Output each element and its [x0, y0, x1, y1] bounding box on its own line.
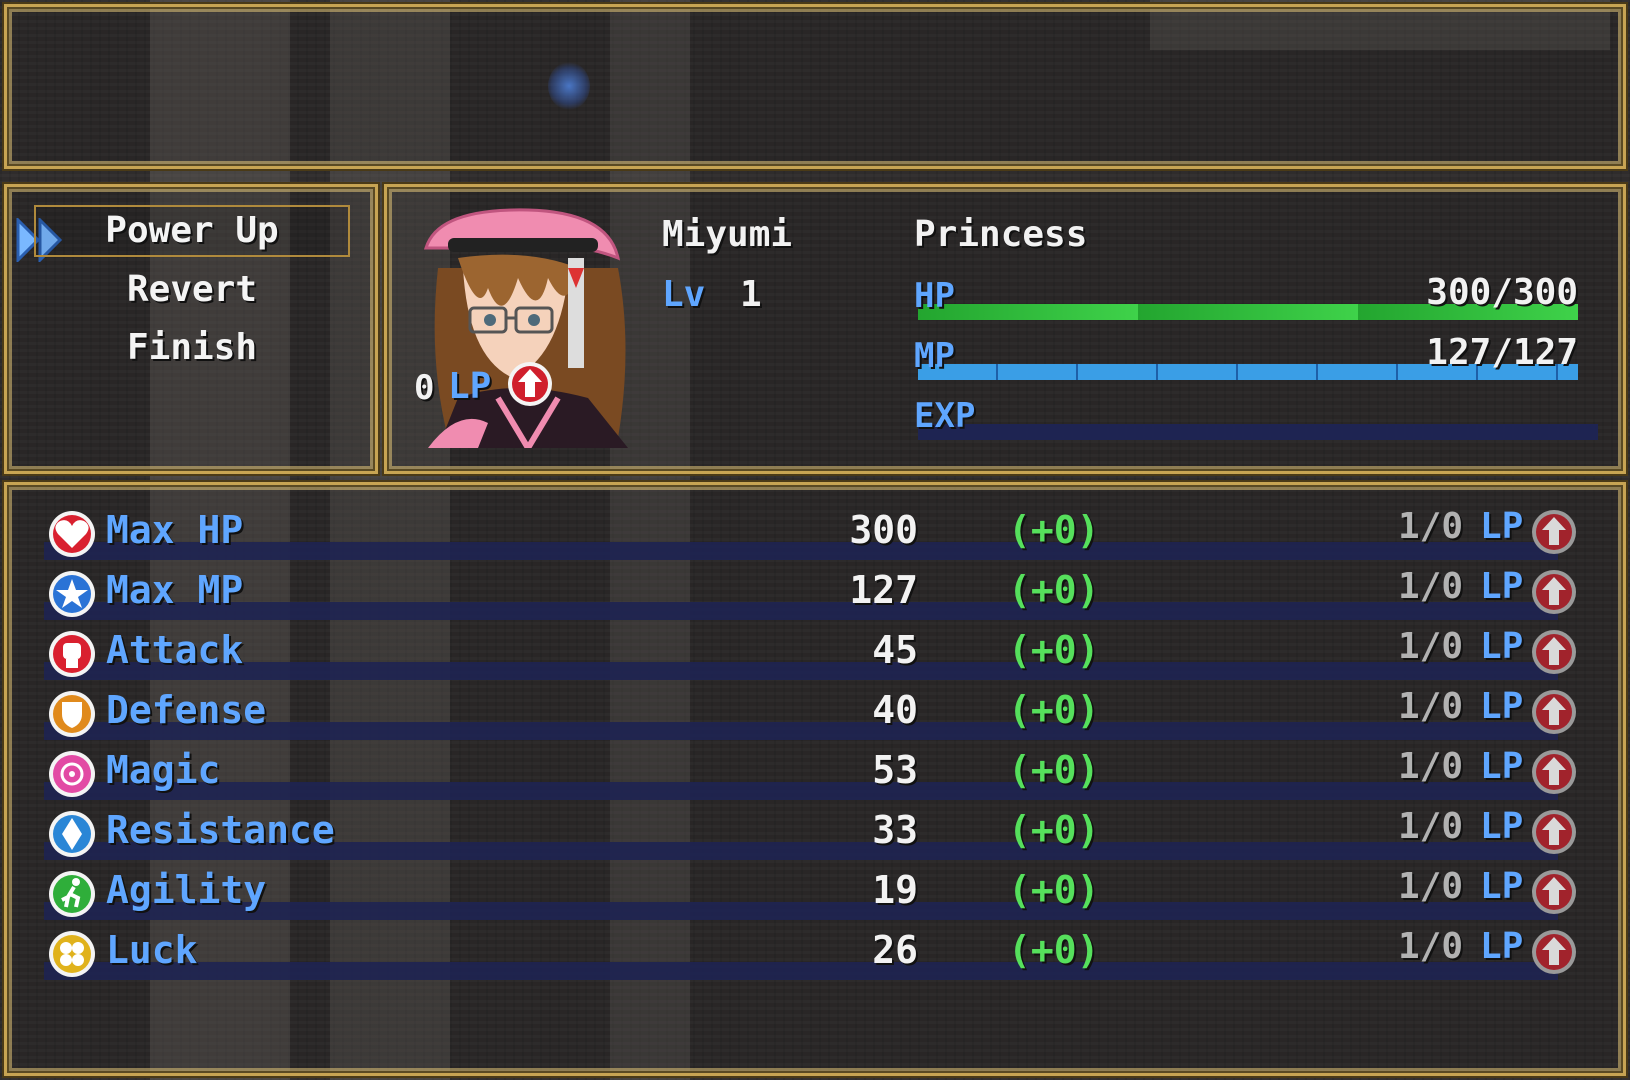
- param-lp-cost: 1/0: [1398, 926, 1464, 967]
- param-lp-cost: 1/0: [1398, 806, 1464, 847]
- shield-icon: [49, 691, 95, 737]
- power-up-arrow-icon[interactable]: [1530, 628, 1578, 676]
- star-icon: [49, 571, 95, 617]
- power-up-arrow-icon[interactable]: [1530, 808, 1578, 856]
- param-lp-cost: 1/0: [1398, 866, 1464, 907]
- level-value: 1: [740, 274, 762, 315]
- clover-icon: [49, 931, 95, 977]
- level-label: Lv: [662, 274, 706, 315]
- power-up-arrow-icon[interactable]: [1530, 868, 1578, 916]
- param-increase: (+0): [1008, 808, 1100, 852]
- param-row-agility[interactable]: Agility 19 (+0) 1/0 LP: [38, 866, 1576, 922]
- param-row-luck[interactable]: Luck 26 (+0) 1/0 LP: [38, 926, 1576, 982]
- param-lp-label: LP: [1480, 566, 1524, 607]
- mp-label: MP: [914, 336, 955, 376]
- power-up-arrow-icon[interactable]: [1530, 928, 1578, 976]
- lp-up-arrow-icon: [508, 362, 552, 406]
- param-value: 127: [849, 568, 918, 612]
- param-lp-label: LP: [1480, 866, 1524, 907]
- param-lp-label: LP: [1480, 746, 1524, 787]
- heart-icon: [49, 511, 95, 557]
- hp-label: HP: [914, 276, 955, 316]
- param-row-resistance[interactable]: Resistance 33 (+0) 1/0 LP: [38, 806, 1576, 862]
- param-value: 45: [872, 628, 918, 672]
- param-lp-label: LP: [1480, 626, 1524, 667]
- param-lp-label: LP: [1480, 926, 1524, 967]
- hp-value: 300/300: [1426, 272, 1578, 313]
- param-value: 33: [872, 808, 918, 852]
- param-lp-cost: 1/0: [1398, 626, 1464, 667]
- param-name: Luck: [106, 928, 198, 972]
- param-row-defense[interactable]: Defense 40 (+0) 1/0 LP: [38, 686, 1576, 742]
- actor-portrait: [423, 208, 628, 448]
- param-lp-label: LP: [1480, 806, 1524, 847]
- param-lp-label: LP: [1480, 686, 1524, 727]
- param-name: Max HP: [106, 508, 244, 552]
- param-name: Magic: [106, 748, 221, 792]
- lp-label: LP: [448, 366, 492, 407]
- command-finish[interactable]: Finish: [34, 322, 350, 374]
- param-value: 300: [849, 508, 918, 552]
- param-value: 53: [872, 748, 918, 792]
- param-value: 40: [872, 688, 918, 732]
- power-up-arrow-icon[interactable]: [1530, 688, 1578, 736]
- param-increase: (+0): [1008, 508, 1100, 552]
- exp-label: EXP: [914, 396, 976, 436]
- exp-gauge: [918, 424, 1598, 440]
- param-lp-cost: 1/0: [1398, 686, 1464, 727]
- param-name: Attack: [106, 628, 244, 672]
- actor-class: Princess: [914, 214, 1088, 255]
- command-revert[interactable]: Revert: [34, 264, 350, 316]
- magic-sparkle-icon: [49, 751, 95, 797]
- actor-name: Miyumi: [662, 214, 793, 255]
- param-row-magic[interactable]: Magic 53 (+0) 1/0 LP: [38, 746, 1576, 802]
- param-increase: (+0): [1008, 748, 1100, 792]
- power-up-arrow-icon[interactable]: [1530, 508, 1578, 556]
- param-value: 19: [872, 868, 918, 912]
- param-row-max-mp[interactable]: Max MP 127 (+0) 1/0 LP: [38, 566, 1576, 622]
- mp-value: 127/127: [1426, 332, 1578, 373]
- param-lp-label: LP: [1480, 506, 1524, 547]
- command-power-up[interactable]: Power Up: [34, 205, 350, 257]
- param-name: Agility: [106, 868, 267, 912]
- help-window: [4, 4, 1626, 169]
- param-increase: (+0): [1008, 928, 1100, 972]
- crystal-icon: [49, 811, 95, 857]
- param-increase: (+0): [1008, 868, 1100, 912]
- param-row-attack[interactable]: Attack 45 (+0) 1/0 LP: [38, 626, 1576, 682]
- param-value: 26: [872, 928, 918, 972]
- running-figure-icon: [49, 871, 95, 917]
- param-name: Resistance: [106, 808, 335, 852]
- power-up-arrow-icon[interactable]: [1530, 568, 1578, 616]
- param-lp-cost: 1/0: [1398, 566, 1464, 607]
- power-up-arrow-icon[interactable]: [1530, 748, 1578, 796]
- param-name: Defense: [106, 688, 267, 732]
- param-increase: (+0): [1008, 568, 1100, 612]
- param-lp-cost: 1/0: [1398, 746, 1464, 787]
- param-lp-cost: 1/0: [1398, 506, 1464, 547]
- fist-icon: [49, 631, 95, 677]
- param-increase: (+0): [1008, 688, 1100, 732]
- param-row-max-hp[interactable]: Max HP 300 (+0) 1/0 LP: [38, 506, 1576, 562]
- param-increase: (+0): [1008, 628, 1100, 672]
- param-name: Max MP: [106, 568, 244, 612]
- lp-count: 0: [414, 368, 435, 408]
